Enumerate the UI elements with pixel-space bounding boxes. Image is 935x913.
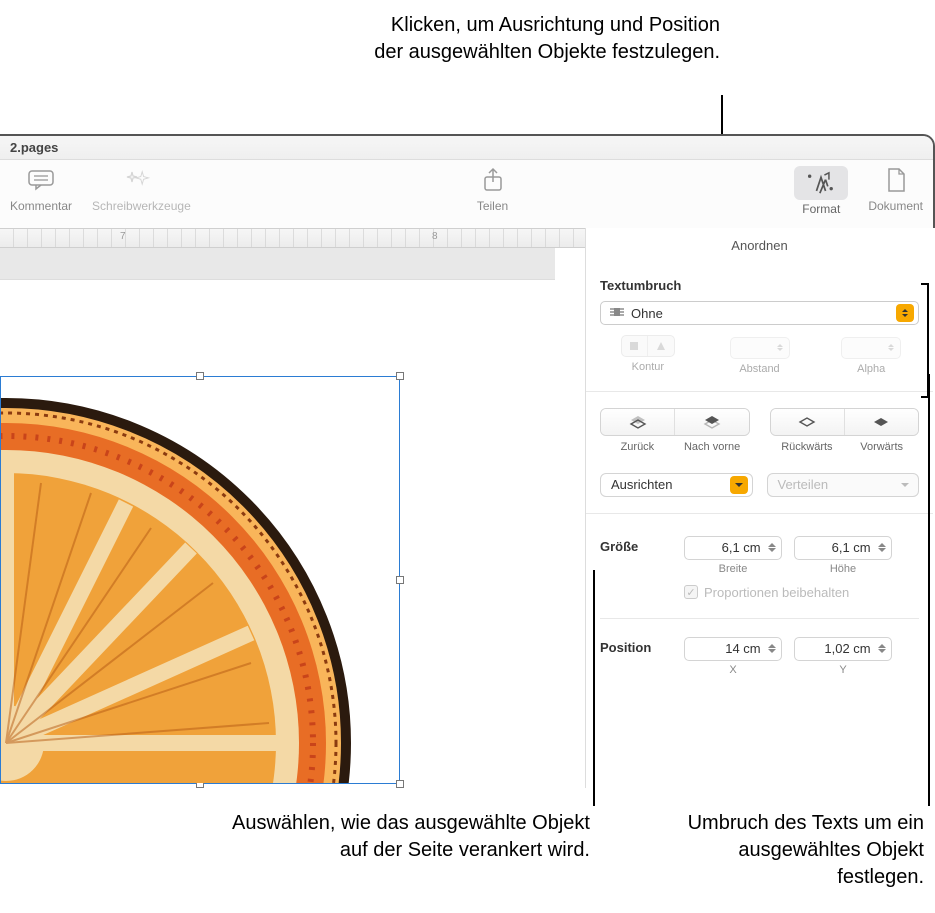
spacing-label: Abstand <box>712 363 808 375</box>
selection-handle-se[interactable] <box>396 780 404 788</box>
alpha-label: Alpha <box>823 363 919 375</box>
checkbox-checked-icon: ✓ <box>684 585 698 599</box>
y-stepper[interactable]: 1,02 cm <box>794 637 892 661</box>
callout-top-line <box>721 95 723 135</box>
toolbar-document[interactable]: Dokument <box>858 166 933 213</box>
orange-slice-illustration <box>0 393 391 783</box>
forward-icon <box>870 414 892 430</box>
inspector-panel: Anordnen Textumbruch Ohne Kontur Abstand… <box>585 228 933 788</box>
toolbar-writing-tools[interactable]: Schreibwerkzeuge <box>82 166 201 213</box>
width-label: Breite <box>684 563 782 575</box>
toolbar-format-label: Format <box>802 202 840 216</box>
back-icon <box>627 414 649 430</box>
front-icon <box>701 414 723 430</box>
text-wrap-title: Textumbruch <box>600 278 919 293</box>
layer-backward-forward-group <box>770 408 920 436</box>
document-icon <box>879 166 913 197</box>
distribute-dropdown: Verteilen <box>767 473 920 497</box>
height-value: 6,1 cm <box>801 540 875 555</box>
align-label: Ausrichten <box>611 477 672 492</box>
constrain-proportions: ✓ Proportionen beibehalten <box>684 585 919 600</box>
dropdown-caret-icon <box>896 304 914 322</box>
chevron-down-icon <box>896 476 914 494</box>
y-label: Y <box>794 664 892 676</box>
alpha-stepper <box>841 337 901 359</box>
toolbar-document-label: Dokument <box>868 199 923 213</box>
selection-handle-ne[interactable] <box>396 372 404 380</box>
comment-icon <box>24 166 58 197</box>
x-stepper[interactable]: 14 cm <box>684 637 782 661</box>
backward-label: Rückwärts <box>770 441 845 453</box>
toolbar-writing-tools-label: Schreibwerkzeuge <box>92 199 191 213</box>
text-wrap-value: Ohne <box>631 306 663 321</box>
stepper-buttons-icon[interactable] <box>765 644 779 653</box>
x-value: 14 cm <box>691 641 765 656</box>
stepper-buttons-icon[interactable] <box>875 644 889 653</box>
callout-bottom-left: Auswählen, wie das ausgewählte Objekt au… <box>210 810 590 864</box>
window-title: 2.pages <box>0 136 933 160</box>
share-icon <box>476 166 510 197</box>
width-value: 6,1 cm <box>691 540 765 555</box>
height-label: Höhe <box>794 563 892 575</box>
toolbar-comment-label: Kommentar <box>10 199 72 213</box>
y-value: 1,02 cm <box>801 641 875 656</box>
back-label: Zurück <box>600 441 675 453</box>
backward-icon <box>796 414 818 430</box>
toolbar-share-label: Teilen <box>477 199 508 213</box>
toolbar-format[interactable]: Format <box>784 166 858 216</box>
callout-line <box>593 570 595 806</box>
selection-handle-e[interactable] <box>396 576 404 584</box>
width-stepper[interactable]: 6,1 cm <box>684 536 782 560</box>
stepper-buttons-icon[interactable] <box>875 543 889 552</box>
contour-shape-icon <box>648 336 674 356</box>
distribute-label: Verteilen <box>778 477 829 492</box>
separator <box>586 513 933 514</box>
front-label: Nach vorne <box>675 441 750 453</box>
paper-margin <box>0 248 555 280</box>
ruler: 7 8 <box>0 228 585 248</box>
ruler-mark-7: 7 <box>120 231 126 242</box>
inspector-tab-arrange[interactable]: Anordnen <box>600 228 919 266</box>
text-wrap-dropdown[interactable]: Ohne <box>600 301 919 325</box>
position-title: Position <box>600 637 680 655</box>
stepper-buttons-icon[interactable] <box>765 543 779 552</box>
size-title: Größe <box>600 536 680 554</box>
send-to-back-button[interactable] <box>601 409 674 435</box>
align-dropdown[interactable]: Ausrichten <box>600 473 753 497</box>
contour-label: Kontur <box>600 361 696 373</box>
callout-bottom-right: Umbruch des Texts um ein ausgewähltes Ob… <box>658 810 924 891</box>
ruler-mark-8: 8 <box>432 231 438 242</box>
bring-to-front-button[interactable] <box>674 409 748 435</box>
height-stepper[interactable]: 6,1 cm <box>794 536 892 560</box>
callout-line <box>928 374 930 806</box>
contour-segmented <box>621 335 675 357</box>
selected-image[interactable] <box>0 376 400 784</box>
contour-rect-icon <box>622 336 648 356</box>
format-icon <box>794 166 848 200</box>
sparkle-icon <box>124 166 158 197</box>
x-label: X <box>684 664 782 676</box>
separator <box>586 391 933 392</box>
send-backward-button[interactable] <box>771 409 844 435</box>
selection-handle-n[interactable] <box>196 372 204 380</box>
toolbar-comment[interactable]: Kommentar <box>0 166 82 213</box>
toolbar: Kommentar Schreibwerkzeuge Teilen Format <box>0 160 933 230</box>
bring-forward-button[interactable] <box>844 409 918 435</box>
toolbar-share[interactable]: Teilen <box>458 166 528 213</box>
callout-top: Klicken, um Ausrichtung und Position der… <box>370 12 720 66</box>
wrap-none-icon <box>609 305 625 321</box>
forward-label: Vorwärts <box>844 441 919 453</box>
window-chrome: 2.pages Kommentar Schreibwerkzeuge Teile… <box>0 134 935 228</box>
chevron-down-icon <box>730 476 748 494</box>
constrain-label: Proportionen beibehalten <box>704 585 849 600</box>
spacing-stepper <box>730 337 790 359</box>
layer-back-front-group <box>600 408 750 436</box>
